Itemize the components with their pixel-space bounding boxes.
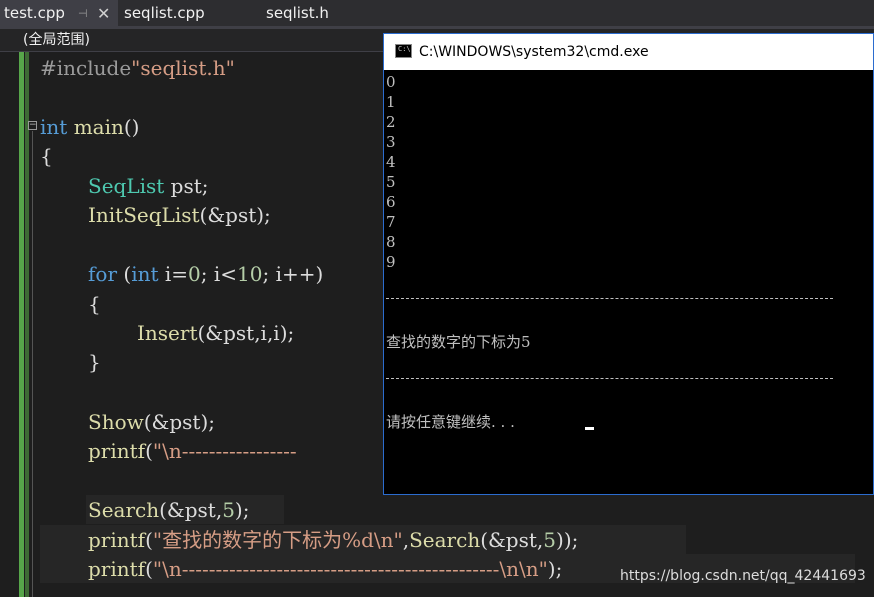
number-literal: 10 [237, 262, 263, 286]
paren: ( [145, 439, 153, 463]
string-literal: "\n----------------- [152, 439, 297, 463]
text-cursor [585, 427, 594, 430]
printf-close: ); [547, 557, 563, 581]
decl-var: pst; [164, 174, 209, 198]
tab-label: test.cpp [4, 4, 65, 22]
string-literal: "\n-------------------------------------… [152, 557, 548, 581]
number-literal: 5 [222, 498, 235, 522]
search-result-line: 查找的数字的下标为5 [386, 333, 531, 351]
tab-seqlist-cpp[interactable]: seqlist.cpp [124, 0, 205, 27]
code-line-decl: SeqList pst; [88, 172, 209, 200]
main-paren: () [123, 115, 140, 139]
tab-label: seqlist.h [266, 4, 329, 22]
tab-seqlist-h[interactable]: seqlist.h [266, 0, 329, 27]
dashed-separator [386, 298, 833, 300]
watermark-url: https://blog.csdn.net/qq_42441693 [620, 568, 866, 584]
function-printf: printf [88, 528, 146, 552]
tab-test-cpp[interactable]: test.cpp ⊣ ✕ [0, 0, 118, 27]
code-line-include: #include"seqlist.h" [40, 54, 235, 82]
fold-guide-line [32, 131, 33, 597]
cmd-icon-label: C:\ [398, 45, 411, 53]
change-indicator-bar [19, 52, 24, 597]
output-line: 3 [386, 133, 396, 151]
paren: ( [145, 557, 153, 581]
brace: { [40, 144, 53, 168]
output-line: 6 [386, 193, 396, 211]
code-line-insert: Insert(&pst,i,i); [137, 319, 294, 347]
keyword-int: int [40, 115, 68, 139]
output-line: 1 [386, 93, 396, 111]
code-line-open-brace: { [40, 142, 53, 170]
type-seqlist: SeqList [88, 174, 165, 198]
function-initseqlist: InitSeqList [88, 203, 200, 227]
code-line-inner-close: } [88, 348, 101, 376]
function-printf: printf [88, 439, 146, 463]
printf-close: )); [556, 528, 579, 552]
keyword-int: int [131, 262, 159, 286]
output-line: 9 [386, 253, 396, 271]
pin-icon[interactable]: ⊣ [78, 0, 88, 27]
output-line: 7 [386, 213, 396, 231]
for-open: ( [117, 262, 132, 286]
insert-args: (&pst,i,i); [197, 321, 295, 345]
console-window[interactable]: C:\ C:\WINDOWS\system32\cmd.exe 0 1 2 3 … [383, 33, 874, 495]
cmd-icon: C:\ [395, 44, 412, 58]
search-close: ); [234, 498, 250, 522]
show-args: (&pst); [143, 410, 215, 434]
code-line-printf1: printf("\n----------------- [88, 437, 297, 465]
code-line-search: Search(&pst,5); [88, 496, 249, 524]
change-indicator-bar-secondary [25, 52, 29, 597]
output-line: 0 [386, 73, 396, 91]
collapse-icon[interactable]: − [28, 121, 37, 130]
press-any-key-prompt: 请按任意键继续. . . [386, 413, 515, 431]
function-search: Search [409, 528, 481, 552]
code-line-for: for (int i=0; i<10; i++) [88, 260, 323, 288]
include-file: "seqlist.h" [131, 56, 235, 80]
brace: { [88, 292, 101, 316]
brace: } [88, 350, 101, 374]
number-literal: 5 [543, 528, 557, 552]
search-args: (&pst, [480, 528, 544, 552]
function-show: Show [88, 410, 144, 434]
code-line-show: Show(&pst); [88, 408, 215, 436]
output-line: 2 [386, 113, 396, 131]
init-args: (&pst); [199, 203, 271, 227]
code-line-inner-open: { [88, 290, 101, 318]
code-line-init: InitSeqList(&pst); [88, 201, 271, 229]
code-line-main: int main() [40, 113, 139, 141]
for-incr: ; i++) [262, 262, 324, 286]
output-line: 8 [386, 233, 396, 251]
function-main: main [73, 115, 124, 139]
output-line: 4 [386, 153, 396, 171]
keyword-for: for [88, 262, 118, 286]
for-cond: ; i< [200, 262, 238, 286]
console-output[interactable]: 0 1 2 3 4 5 6 7 8 9 查找的数字的下标为5 请按任意键继续. … [384, 70, 873, 494]
search-args: (&pst, [159, 498, 223, 522]
console-title: C:\WINDOWS\system32\cmd.exe [419, 44, 649, 60]
include-directive: #include [40, 56, 132, 80]
code-line-printf2: printf("查找的数字的下标为%d\n",Search(&pst,5)); [88, 526, 578, 554]
string-literal: "查找的数字的下标为%d\n" [152, 528, 403, 552]
function-search: Search [88, 498, 160, 522]
close-icon[interactable]: ✕ [97, 0, 110, 27]
dashed-separator [386, 378, 833, 380]
tab-label: seqlist.cpp [124, 4, 205, 22]
scope-dropdown[interactable]: (全局范围) [23, 29, 90, 51]
output-line: 5 [386, 173, 396, 191]
paren: ( [145, 528, 153, 552]
function-insert: Insert [137, 321, 198, 345]
for-init: i= [158, 262, 189, 286]
document-tab-bar: test.cpp ⊣ ✕ seqlist.cpp seqlist.h [0, 0, 874, 27]
number-literal: 0 [188, 262, 201, 286]
console-titlebar[interactable]: C:\ C:\WINDOWS\system32\cmd.exe [384, 34, 873, 70]
function-printf: printf [88, 557, 146, 581]
code-line-printf3: printf("\n------------------------------… [88, 555, 562, 583]
